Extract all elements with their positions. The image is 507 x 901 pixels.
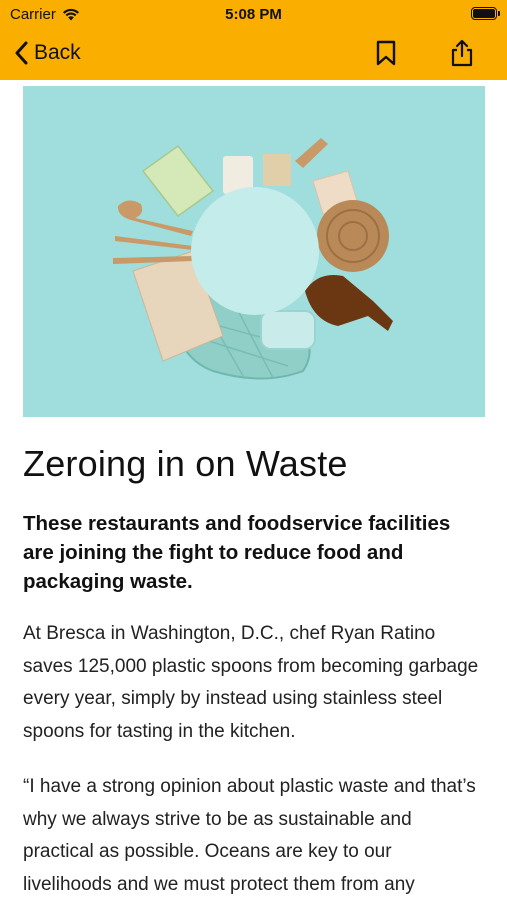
top-bar: Carrier 5:08 PM Back (0, 0, 507, 80)
battery-icon (471, 7, 500, 20)
status-time: 5:08 PM (225, 6, 282, 23)
hero-image (23, 86, 485, 417)
status-bar: Carrier 5:08 PM (0, 0, 507, 28)
article-paragraph: At Bresca in Washington, D.C., chef Ryan… (23, 623, 479, 742)
navigation-bar: Back (0, 28, 507, 78)
back-button[interactable]: Back (14, 38, 81, 68)
article-title: Zeroing in on Waste (23, 443, 348, 484)
back-label: Back (34, 41, 81, 64)
chevron-left-icon (15, 41, 28, 65)
bookmark-icon[interactable] (372, 39, 400, 67)
article-paragraph: “I have a strong opinion about plastic w… (23, 776, 476, 895)
share-icon[interactable] (448, 39, 476, 67)
article-subtitle: These restaurants and foodservice facili… (23, 512, 451, 593)
